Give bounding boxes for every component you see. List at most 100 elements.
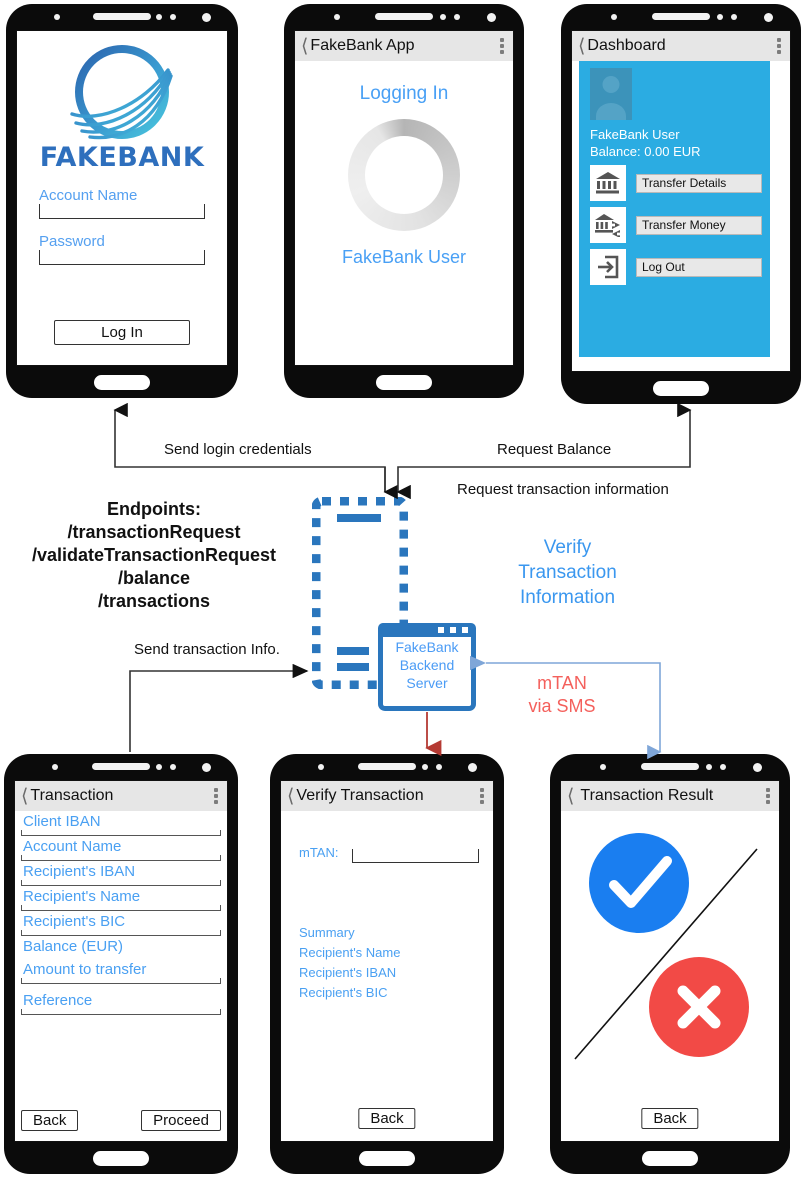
phone-sensor-dot bbox=[600, 764, 606, 770]
field-label: Account Name bbox=[23, 838, 122, 855]
field-label: Client IBAN bbox=[23, 813, 101, 830]
phone-home-button[interactable] bbox=[94, 375, 150, 390]
phone-home-button[interactable] bbox=[653, 381, 709, 396]
account-name-field[interactable]: Account Name bbox=[39, 187, 205, 219]
transfer-details-button[interactable]: Transfer Details bbox=[636, 173, 762, 193]
phone-home-button[interactable] bbox=[642, 1151, 698, 1166]
account-name-input[interactable] bbox=[39, 204, 205, 219]
chevron-left-icon[interactable]: ⟨ bbox=[21, 787, 28, 806]
back-button[interactable]: Back bbox=[641, 1108, 699, 1129]
field-input[interactable] bbox=[21, 1009, 221, 1015]
phone-home-button[interactable] bbox=[93, 1151, 149, 1166]
result-graphic-area bbox=[561, 811, 779, 1071]
kebab-menu-icon[interactable] bbox=[777, 36, 781, 56]
diagram-canvas: FAKEBANK Account Name Password Log In ⟨ … bbox=[0, 0, 807, 1177]
screen-title: Transaction bbox=[30, 787, 114, 804]
phone-sensor-dot bbox=[611, 14, 617, 20]
kebab-menu-icon[interactable] bbox=[766, 786, 770, 806]
password-field[interactable]: Password bbox=[39, 233, 205, 265]
phone-sensor-dot bbox=[717, 14, 723, 20]
back-button[interactable]: Back bbox=[358, 1108, 416, 1129]
phone-login: FAKEBANK Account Name Password Log In bbox=[6, 4, 238, 398]
summary-recipient-iban: Recipient's IBAN bbox=[299, 965, 397, 981]
mtan-field[interactable]: mTAN: bbox=[299, 845, 479, 863]
dashboard-action-row[interactable]: Log Out bbox=[590, 249, 770, 285]
password-input[interactable] bbox=[39, 250, 205, 265]
verify-transaction-note: Verify Transaction Information bbox=[500, 535, 635, 610]
field-input[interactable] bbox=[21, 978, 221, 984]
password-label: Password bbox=[39, 233, 105, 250]
phone-camera bbox=[202, 13, 211, 22]
phone-logging-in: ⟨ FakeBank App Logging In FakeBank User bbox=[284, 4, 524, 398]
phone-sensor-dot bbox=[156, 764, 162, 770]
dashboard-screen: ⟨ Dashboard FakeBank User Balance: 0.00 … bbox=[571, 30, 791, 372]
back-button[interactable]: Back bbox=[21, 1110, 79, 1131]
phone-home-button[interactable] bbox=[359, 1151, 415, 1166]
phone-transaction: ⟨ Transaction Client IBAN Account Name R… bbox=[4, 754, 238, 1174]
titlebar: ⟨ Verify Transaction bbox=[281, 781, 493, 811]
bank-building-icon bbox=[590, 165, 626, 201]
recipient-name-field[interactable]: Recipient's Name bbox=[21, 886, 221, 911]
loading-spinner-icon bbox=[348, 119, 460, 231]
mtan-note-line: via SMS bbox=[528, 696, 596, 717]
phone-sensor-dot bbox=[440, 14, 446, 20]
check-circle-icon bbox=[589, 833, 689, 933]
screen-title: Transaction Result bbox=[580, 787, 714, 804]
phone-sensor-dot bbox=[334, 14, 340, 20]
chevron-left-icon[interactable]: ⟨ bbox=[301, 37, 308, 56]
phone-sensor-dot bbox=[720, 764, 726, 770]
phone-transaction-result: ⟨ Transaction Result Back bbox=[550, 754, 790, 1174]
phone-camera bbox=[764, 13, 773, 22]
chevron-left-icon[interactable]: ⟨ bbox=[567, 787, 574, 806]
summary-heading: Summary bbox=[299, 925, 355, 940]
logout-arrow-icon bbox=[590, 249, 626, 285]
chevron-left-icon[interactable]: ⟨ bbox=[287, 787, 294, 806]
mtan-input[interactable] bbox=[352, 849, 479, 863]
server-label: FakeBank Backend Server bbox=[383, 628, 471, 693]
log-out-button[interactable]: Log Out bbox=[636, 257, 762, 277]
phone-sensor-dot bbox=[454, 14, 460, 20]
transfer-money-button[interactable]: Transfer Money bbox=[636, 215, 762, 235]
titlebar: ⟨ Transaction bbox=[15, 781, 227, 811]
kebab-menu-icon[interactable] bbox=[480, 786, 484, 806]
kebab-menu-icon[interactable] bbox=[500, 36, 504, 56]
phone-speaker bbox=[641, 763, 699, 770]
phone-sensor-dot bbox=[436, 764, 442, 770]
amount-to-transfer-field[interactable]: Amount to transfer bbox=[21, 959, 221, 984]
screen-title: Verify Transaction bbox=[296, 787, 424, 804]
transaction-button-row: Back Proceed bbox=[21, 1110, 221, 1131]
fakebank-backend-server-node: FakeBank Backend Server bbox=[378, 623, 476, 711]
kebab-menu-icon[interactable] bbox=[214, 786, 218, 806]
phone-sensor-dot bbox=[706, 764, 712, 770]
client-iban-field[interactable]: Client IBAN bbox=[21, 811, 221, 836]
reference-field[interactable]: Reference bbox=[21, 990, 221, 1015]
logging-user-name: FakeBank User bbox=[341, 247, 467, 267]
phone-camera bbox=[202, 763, 211, 772]
field-label: Amount to transfer bbox=[23, 961, 147, 978]
server-label-line: Backend bbox=[399, 656, 455, 673]
phone-camera bbox=[487, 13, 496, 22]
dashboard-action-row[interactable]: Transfer Details bbox=[590, 165, 770, 201]
x-circle-icon bbox=[649, 957, 749, 1057]
brand-logo-area: FAKEBANK bbox=[17, 31, 227, 173]
endpoint-item: /balance bbox=[117, 568, 191, 589]
proceed-button[interactable]: Proceed bbox=[141, 1110, 221, 1131]
account-name-field[interactable]: Account Name bbox=[21, 836, 221, 861]
server-label-line: Server bbox=[406, 674, 448, 691]
label-request-transaction-information: Request transaction information bbox=[457, 481, 669, 498]
endpoints-block: Endpoints: /transactionRequest /validate… bbox=[14, 498, 294, 613]
recipient-bic-field[interactable]: Recipient's BIC bbox=[21, 911, 221, 936]
field-label: Recipient's Name bbox=[23, 888, 141, 905]
phone-home-button[interactable] bbox=[376, 375, 432, 390]
verify-note-line: Information bbox=[519, 587, 616, 609]
phone-dashboard: ⟨ Dashboard FakeBank User Balance: 0.00 … bbox=[561, 4, 801, 404]
recipient-iban-field[interactable]: Recipient's IBAN bbox=[21, 861, 221, 886]
mtan-via-sms-note: mTAN via SMS bbox=[512, 672, 612, 719]
field-label: Reference bbox=[23, 992, 93, 1009]
chevron-left-icon[interactable]: ⟨ bbox=[578, 37, 585, 56]
transaction-screen: ⟨ Transaction Client IBAN Account Name R… bbox=[14, 780, 228, 1142]
dashboard-action-row[interactable]: Transfer Money bbox=[590, 207, 770, 243]
login-button[interactable]: Log In bbox=[54, 320, 190, 345]
dashboard-balance: Balance: 0.00 EUR bbox=[590, 144, 701, 159]
screen-title: Dashboard bbox=[587, 37, 666, 54]
